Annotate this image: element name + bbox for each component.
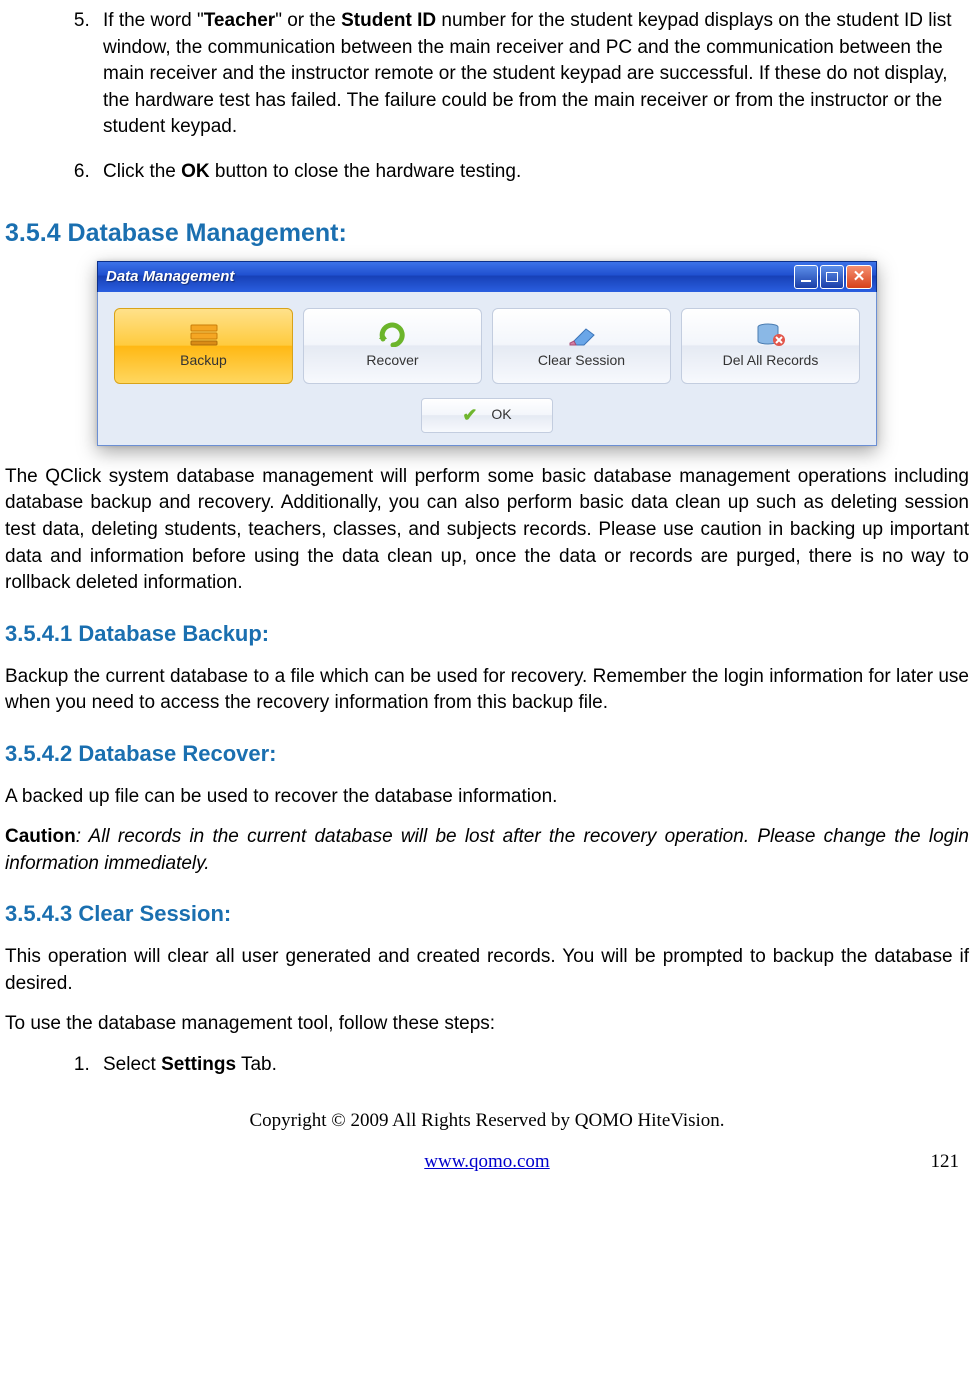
close-button[interactable]: ✕ [846,265,872,289]
page-number: 121 [931,1149,960,1176]
subheading-3541: 3.5.4.1 Database Backup: [5,619,969,650]
list-item-5: If the word "Teacher" or the Student ID … [95,8,969,141]
text: Select [103,1054,161,1075]
copyright-text: Copyright © 2009 All Rights Reserved by … [5,1108,969,1135]
delete-db-icon [755,321,787,347]
backup-label: Backup [180,351,227,371]
steps-intro: To use the database management tool, fol… [5,1011,969,1038]
footer: Copyright © 2009 All Rights Reserved by … [5,1108,969,1175]
text: " or the [275,10,341,31]
recover-button[interactable]: Recover [303,308,482,384]
close-icon: ✕ [853,269,866,284]
data-management-window: Data Management ✕ Backup Recove [97,261,877,446]
clear-label: Clear Session [538,351,625,371]
recover-icon [377,321,409,347]
list-item-6: Click the OK button to close the hardwar… [95,159,969,186]
text: Click the [103,161,181,182]
window-controls: ✕ [794,265,872,289]
text: Tab. [236,1054,277,1075]
backup-icon [188,321,220,347]
step-1: Select Settings Tab. [95,1052,969,1079]
footer-link[interactable]: www.qomo.com [424,1149,549,1176]
clear-session-paragraph: This operation will clear all user gener… [5,944,969,997]
clear-session-button[interactable]: Clear Session [492,308,671,384]
toolbar: Backup Recover Clear Session [114,308,860,384]
del-all-records-button[interactable]: Del All Records [681,308,860,384]
text: button to close the hardware testing. [210,161,522,182]
text: If the word " [103,10,204,31]
backup-button[interactable]: Backup [114,308,293,384]
maximize-button[interactable] [820,265,844,289]
ok-row: ✔ OK [114,398,860,433]
del-label: Del All Records [723,351,819,371]
section-heading-354: 3.5.4 Database Management: [5,216,969,251]
main-paragraph: The QClick system database management wi… [5,464,969,597]
ok-label: OK [491,405,511,425]
backup-paragraph: Backup the current database to a file wh… [5,664,969,717]
check-icon: ✔ [462,403,477,428]
window-title: Data Management [106,266,234,287]
minimize-button[interactable] [794,265,818,289]
eraser-icon [566,321,598,347]
caution-paragraph: Caution: All records in the current data… [5,824,969,877]
caution-label: Caution [5,826,76,847]
teacher-bold: Teacher [204,10,275,31]
settings-bold: Settings [161,1054,236,1075]
subheading-3542: 3.5.4.2 Database Recover: [5,739,969,770]
subheading-3543: 3.5.4.3 Clear Session: [5,899,969,930]
instruction-list-top: If the word "Teacher" or the Student ID … [5,8,969,186]
recover-paragraph: A backed up file can be used to recover … [5,784,969,811]
window-body: Backup Recover Clear Session [97,292,877,446]
steps-list: Select Settings Tab. [5,1052,969,1079]
window-titlebar[interactable]: Data Management ✕ [97,261,877,292]
minimize-icon [801,280,811,282]
ok-button[interactable]: ✔ OK [421,398,552,433]
caution-text: : All records in the current database wi… [5,826,969,874]
ok-bold: OK [181,161,210,182]
studentid-bold: Student ID [341,10,436,31]
recover-label: Recover [366,351,418,371]
maximize-icon [826,272,838,282]
